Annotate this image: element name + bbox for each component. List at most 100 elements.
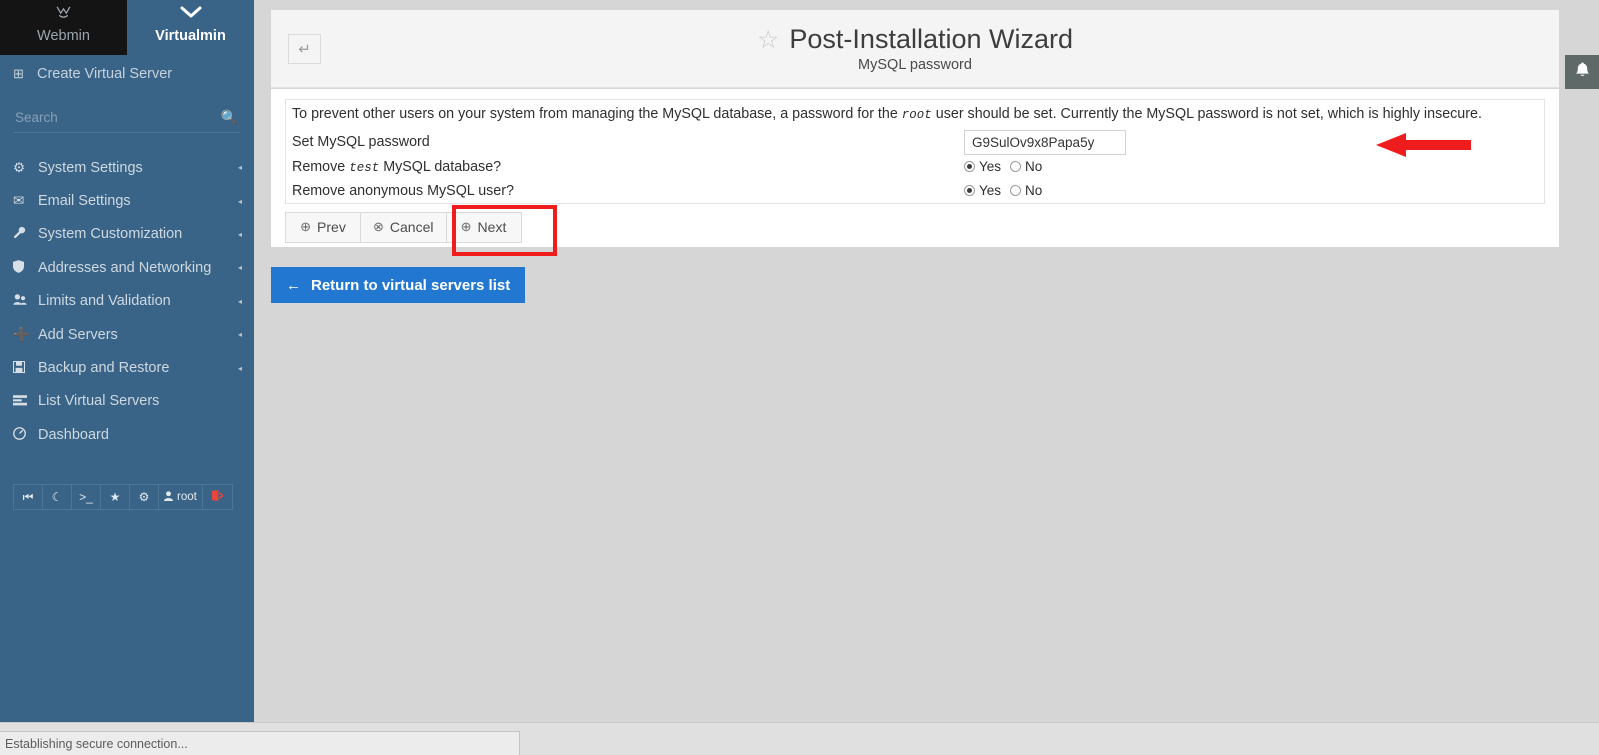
next-button-label: Next bbox=[477, 219, 507, 236]
return-button-label: Return to virtual servers list bbox=[311, 276, 511, 294]
radio-label: No bbox=[1025, 159, 1043, 175]
radio-remove-test-db-yes[interactable]: Yes bbox=[964, 159, 1001, 174]
prev-button-label: Prev bbox=[317, 219, 346, 236]
collapse-icon: ⏮ bbox=[22, 489, 34, 504]
form-label-remove-test-database: Remove test MySQL database? bbox=[292, 159, 964, 175]
prev-button[interactable]: ⊕ Prev bbox=[285, 211, 361, 243]
form-row-set-mysql-password: Set MySQL password bbox=[286, 129, 1544, 155]
circle-right-arrow-icon: ⊕ bbox=[460, 219, 472, 235]
intro-text: To prevent other users on your system fr… bbox=[286, 100, 1544, 130]
tab-virtualmin[interactable]: Virtualmin bbox=[127, 0, 254, 55]
user-name-label: root bbox=[177, 491, 197, 503]
search-icon[interactable]: 🔍 bbox=[221, 109, 240, 126]
collapse-sidebar-button[interactable]: ⏮ bbox=[14, 485, 43, 509]
sidebar-item-label: List Virtual Servers bbox=[38, 393, 160, 410]
moon-icon: ☾ bbox=[51, 490, 63, 504]
radio-remove-anon-yes[interactable]: Yes bbox=[964, 183, 1001, 198]
sidebar-item-add-servers[interactable]: ➕ Add Servers ◂ bbox=[0, 318, 254, 351]
label-mono-test: test bbox=[349, 160, 380, 175]
logout-button[interactable] bbox=[203, 485, 232, 509]
tab-webmin[interactable]: Webmin bbox=[0, 0, 127, 55]
sidebar-item-addresses-and-networking[interactable]: Addresses and Networking ◂ bbox=[0, 251, 254, 284]
radio-label: No bbox=[1025, 183, 1043, 199]
sidebar-item-label: Limits and Validation bbox=[38, 293, 171, 310]
sidebar-mini-toolbar: ⏮ ☾ >_ ★ ⚙ root bbox=[13, 484, 233, 510]
terminal-button[interactable]: >_ bbox=[72, 485, 101, 509]
sidebar-item-backup-and-restore[interactable]: Backup and Restore ◂ bbox=[0, 351, 254, 384]
sidebar-item-dashboard[interactable]: Dashboard bbox=[0, 418, 254, 451]
radio-button-icon[interactable] bbox=[964, 185, 975, 197]
browser-status-bar: Establishing secure connection... bbox=[0, 731, 520, 755]
form-label-remove-anonymous-user: Remove anonymous MySQL user? bbox=[292, 183, 964, 199]
radio-label: Yes bbox=[979, 159, 1002, 175]
sidebar: Webmin Virtualmin ⊞ Create Virtual Serve… bbox=[0, 0, 254, 722]
sidebar-item-limits-and-validation[interactable]: Limits and Validation ◂ bbox=[0, 285, 254, 318]
chevron-left-icon: ◂ bbox=[237, 263, 242, 273]
status-text: Establishing secure connection... bbox=[5, 736, 188, 751]
radio-button-icon[interactable] bbox=[1010, 161, 1022, 173]
mysql-password-input[interactable] bbox=[964, 129, 1126, 155]
chevron-down-icon bbox=[180, 4, 202, 26]
sidebar-search[interactable]: 🔍 bbox=[13, 103, 240, 133]
sidebar-item-system-customization[interactable]: System Customization ◂ bbox=[0, 218, 254, 251]
radio-button-icon[interactable] bbox=[964, 161, 975, 173]
form-control-remove-anonymous-user: Yes No bbox=[964, 183, 1538, 198]
sidebar-create-virtual-server[interactable]: ⊞ Create Virtual Server bbox=[0, 55, 254, 93]
sidebar-item-label: System Customization bbox=[38, 226, 183, 243]
label-pre: Remove bbox=[292, 158, 350, 175]
chevron-left-icon: ◂ bbox=[237, 330, 242, 340]
form-row-remove-anonymous-user: Remove anonymous MySQL user? Yes No bbox=[286, 179, 1544, 203]
chevron-left-icon: ◂ bbox=[237, 196, 242, 206]
favorites-button[interactable]: ★ bbox=[101, 485, 130, 509]
users-icon bbox=[13, 293, 38, 309]
sidebar-item-label: Backup and Restore bbox=[38, 360, 170, 377]
chevron-left-icon: ◂ bbox=[237, 229, 242, 239]
user-button[interactable]: root bbox=[159, 485, 203, 509]
sidebar-item-system-settings[interactable]: ⚙ System Settings ◂ bbox=[0, 151, 254, 184]
intro-part1: To prevent other users on your system fr… bbox=[292, 106, 902, 122]
plus-square-icon: ⊞ bbox=[13, 66, 24, 81]
form-row-remove-test-database: Remove test MySQL database? Yes No bbox=[286, 155, 1544, 179]
wizard-panel: To prevent other users on your system fr… bbox=[271, 89, 1559, 256]
sidebar-item-label: System Settings bbox=[38, 159, 143, 176]
circle-stop-icon: ⊗ bbox=[373, 219, 384, 235]
return-to-virtual-servers-list-button[interactable]: ← Return to virtual servers list bbox=[271, 267, 526, 303]
star-outline-icon[interactable]: ☆ bbox=[757, 25, 779, 55]
search-input[interactable] bbox=[13, 109, 221, 126]
left-arrow-icon: ← bbox=[286, 276, 301, 294]
intro-part2: user should be set. Currently the MySQL … bbox=[931, 106, 1482, 122]
next-button[interactable]: ⊕ Next bbox=[445, 211, 522, 243]
radio-group-remove-anonymous-user: Yes No bbox=[964, 183, 1538, 198]
page-title: ☆ Post-Installation Wizard bbox=[757, 24, 1073, 55]
gear-icon: ⚙ bbox=[13, 159, 26, 175]
radio-button-icon[interactable] bbox=[1010, 185, 1022, 197]
logout-icon bbox=[211, 490, 225, 504]
cancel-button[interactable]: ⊗ Cancel bbox=[360, 211, 447, 243]
page-header: ↵ ☆ Post-Installation Wizard MySQL passw… bbox=[271, 10, 1559, 88]
notifications-button[interactable] bbox=[1565, 55, 1599, 89]
main-content: ↵ ☆ Post-Installation Wizard MySQL passw… bbox=[254, 0, 1599, 722]
wrench-icon bbox=[13, 226, 38, 242]
night-mode-button[interactable]: ☾ bbox=[43, 485, 72, 509]
radio-label: Yes bbox=[979, 183, 1002, 199]
star-icon: ★ bbox=[109, 490, 121, 504]
intro-mono-root: root bbox=[901, 108, 932, 122]
sidebar-menu: ⚙ System Settings ◂ ✉ Email Settings ◂ S… bbox=[0, 151, 254, 452]
app-root: Webmin Virtualmin ⊞ Create Virtual Serve… bbox=[0, 0, 1599, 755]
label-pre: Remove anonymous MySQL user? bbox=[292, 182, 514, 199]
sidebar-item-label: Addresses and Networking bbox=[38, 259, 212, 276]
label-post: MySQL database? bbox=[379, 158, 502, 175]
plus-icon: ➕ bbox=[13, 326, 30, 342]
form-label-set-mysql-password: Set MySQL password bbox=[292, 134, 430, 151]
theme-config-button[interactable]: ⚙ bbox=[130, 485, 159, 509]
bell-icon bbox=[1575, 62, 1590, 83]
chevron-left-icon: ◂ bbox=[237, 296, 242, 306]
list-icon bbox=[13, 394, 38, 409]
sidebar-item-list-virtual-servers[interactable]: List Virtual Servers bbox=[0, 385, 254, 418]
sidebar-create-virtual-server-label: Create Virtual Server bbox=[37, 66, 173, 82]
sidebar-item-email-settings[interactable]: ✉ Email Settings ◂ bbox=[0, 184, 254, 217]
dashboard-icon bbox=[13, 426, 38, 443]
radio-group-remove-test-database: Yes No bbox=[964, 159, 1538, 174]
radio-remove-test-db-no[interactable]: No bbox=[1010, 159, 1042, 174]
radio-remove-anon-no[interactable]: No bbox=[1010, 183, 1042, 198]
